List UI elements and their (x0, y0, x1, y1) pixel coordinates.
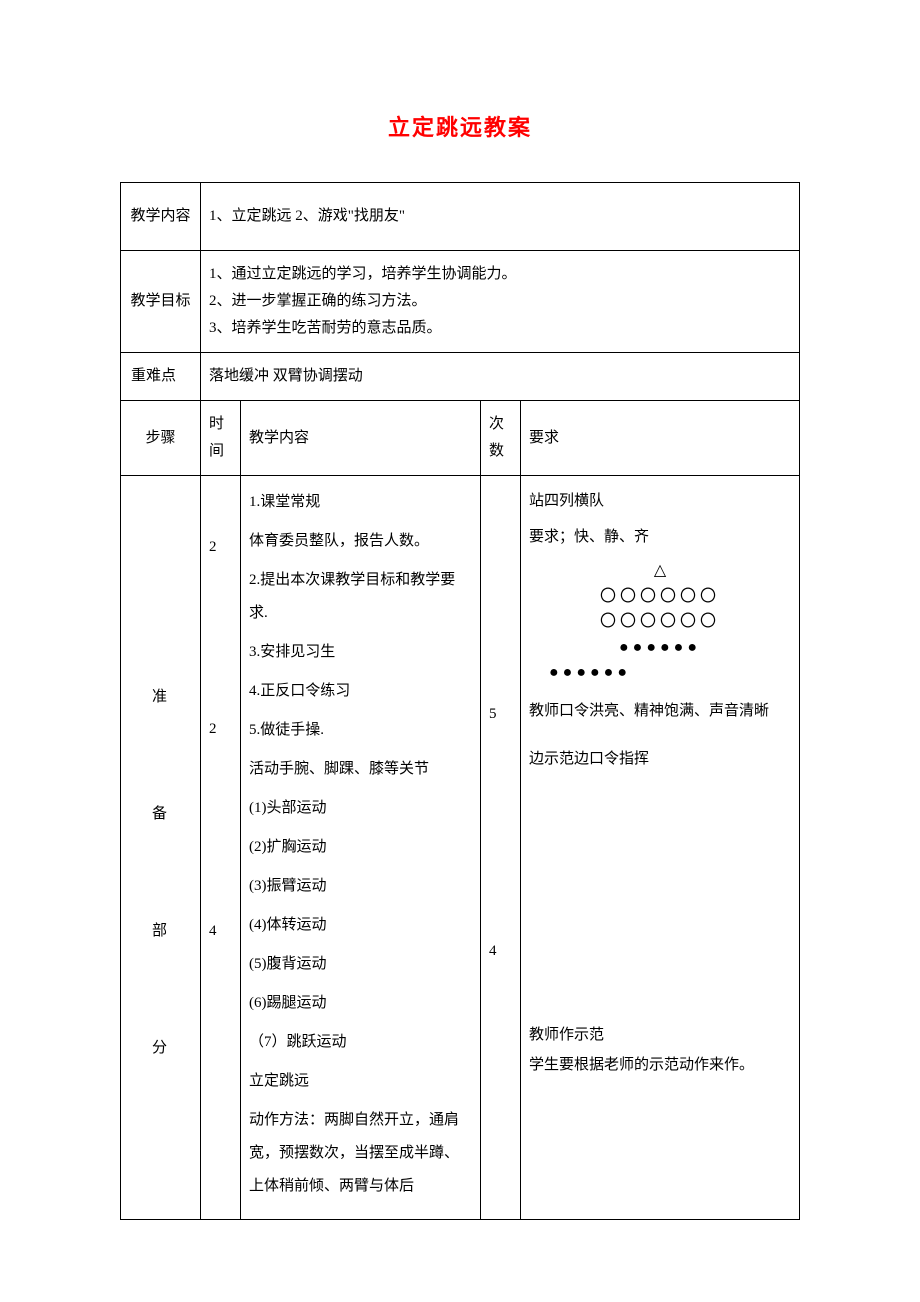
row-column-headers: 步骤 时间 教学内容 次数 要求 (121, 401, 800, 476)
content-line: (6)踢腿运动 (249, 987, 472, 1020)
content-line: （7）跳跃运动 (249, 1026, 472, 1059)
time-value-1: 2 (209, 534, 232, 561)
content-line: (3)振臂运动 (249, 870, 472, 903)
req-line: 站四列横队 (529, 486, 791, 516)
formation-row-1: 〇〇〇〇〇〇 (529, 584, 791, 610)
document-title: 立定跳远教案 (120, 110, 800, 142)
step-char-3: 部 (129, 918, 192, 945)
step-char-2: 备 (129, 801, 192, 828)
formation-teacher-icon: △ (529, 558, 791, 584)
header-time: 时间 (201, 401, 241, 476)
lesson-plan-table: 教学内容 1、立定跳远 2、游戏"找朋友" 教学目标 1、通过立定跳远的学习，培… (120, 182, 800, 1220)
count-column: 5 4 (481, 476, 521, 1220)
value-difficulty: 落地缓冲 双臂协调摆动 (201, 353, 800, 401)
content-line: 1.课堂常规 (249, 486, 472, 519)
step-char-4: 分 (129, 1035, 192, 1062)
content-line: 5.做徒手操. (249, 714, 472, 747)
time-value-3: 4 (209, 918, 232, 945)
step-char-1: 准 (129, 684, 192, 711)
value-teaching-content: 1、立定跳远 2、游戏"找朋友" (201, 183, 800, 251)
req-line: 教师口令洪亮、精神饱满、声音清晰 (529, 696, 791, 726)
document-page: 立定跳远教案 教学内容 1、立定跳远 2、游戏"找朋友" 教学目标 1、通过立定… (0, 0, 920, 1302)
content-line: 动作方法：两脚自然开立，通肩宽，预摆数次，当摆至成半蹲、上体稍前倾、两臂与体后 (249, 1104, 472, 1203)
row-difficulty: 重难点 落地缓冲 双臂协调摆动 (121, 353, 800, 401)
req-line: 教师作示范 (529, 1020, 791, 1050)
row-teaching-content: 教学内容 1、立定跳远 2、游戏"找朋友" (121, 183, 800, 251)
content-line: 4.正反口令练习 (249, 675, 472, 708)
label-teaching-content: 教学内容 (121, 183, 201, 251)
time-column: 2 2 4 (201, 476, 241, 1220)
goal-line-2: 2、进一步掌握正确的练习方法。 (209, 288, 791, 315)
content-line: (2)扩胸运动 (249, 831, 472, 864)
content-line: (1)头部运动 (249, 792, 472, 825)
goal-line-3: 3、培养学生吃苦耐劳的意志品质。 (209, 315, 791, 342)
row-preparation: 准 备 部 分 2 2 4 1.课堂常规 体育委员整队，报告人数。 2.提出本次… (121, 476, 800, 1220)
content-line: 3.安排见习生 (249, 636, 472, 669)
time-value-2: 2 (209, 716, 232, 743)
content-line: 活动手腕、脚踝、膝等关节 (249, 753, 472, 786)
content-line: 体育委员整队，报告人数。 (249, 525, 472, 558)
formation-row-2: 〇〇〇〇〇〇 (529, 609, 791, 635)
content-line: (4)体转运动 (249, 909, 472, 942)
value-teaching-goal: 1、通过立定跳远的学习，培养学生协调能力。 2、进一步掌握正确的练习方法。 3、… (201, 251, 800, 353)
req-line: 边示范边口令指挥 (529, 744, 791, 774)
row-teaching-goal: 教学目标 1、通过立定跳远的学习，培养学生协调能力。 2、进一步掌握正确的练习方… (121, 251, 800, 353)
label-difficulty: 重难点 (121, 353, 201, 401)
content-line: 立定跳远 (249, 1065, 472, 1098)
goal-line-1: 1、通过立定跳远的学习，培养学生协调能力。 (209, 261, 791, 288)
requirement-column: 站四列横队 要求；快、静、齐 △ 〇〇〇〇〇〇 〇〇〇〇〇〇 ●●●●●● ●●… (521, 476, 800, 1220)
formation-diagram: △ 〇〇〇〇〇〇 〇〇〇〇〇〇 ●●●●●● ●●●●●● (529, 558, 791, 686)
label-teaching-goal: 教学目标 (121, 251, 201, 353)
header-count: 次数 (481, 401, 521, 476)
content-line: (5)腹背运动 (249, 948, 472, 981)
formation-row-4: ●●●●●● (529, 660, 791, 686)
req-line: 要求；快、静、齐 (529, 522, 791, 552)
step-preparation-label: 准 备 部 分 (121, 476, 201, 1220)
req-line: 学生要根据老师的示范动作来作。 (529, 1050, 791, 1080)
header-requirement: 要求 (521, 401, 800, 476)
content-line: 2.提出本次课教学目标和教学要求. (249, 564, 472, 630)
count-value-2: 4 (489, 938, 512, 965)
content-column: 1.课堂常规 体育委员整队，报告人数。 2.提出本次课教学目标和教学要求. 3.… (241, 476, 481, 1220)
header-content: 教学内容 (241, 401, 481, 476)
formation-row-3: ●●●●●● (529, 635, 791, 661)
header-step: 步骤 (121, 401, 201, 476)
count-value-1: 5 (489, 701, 512, 728)
